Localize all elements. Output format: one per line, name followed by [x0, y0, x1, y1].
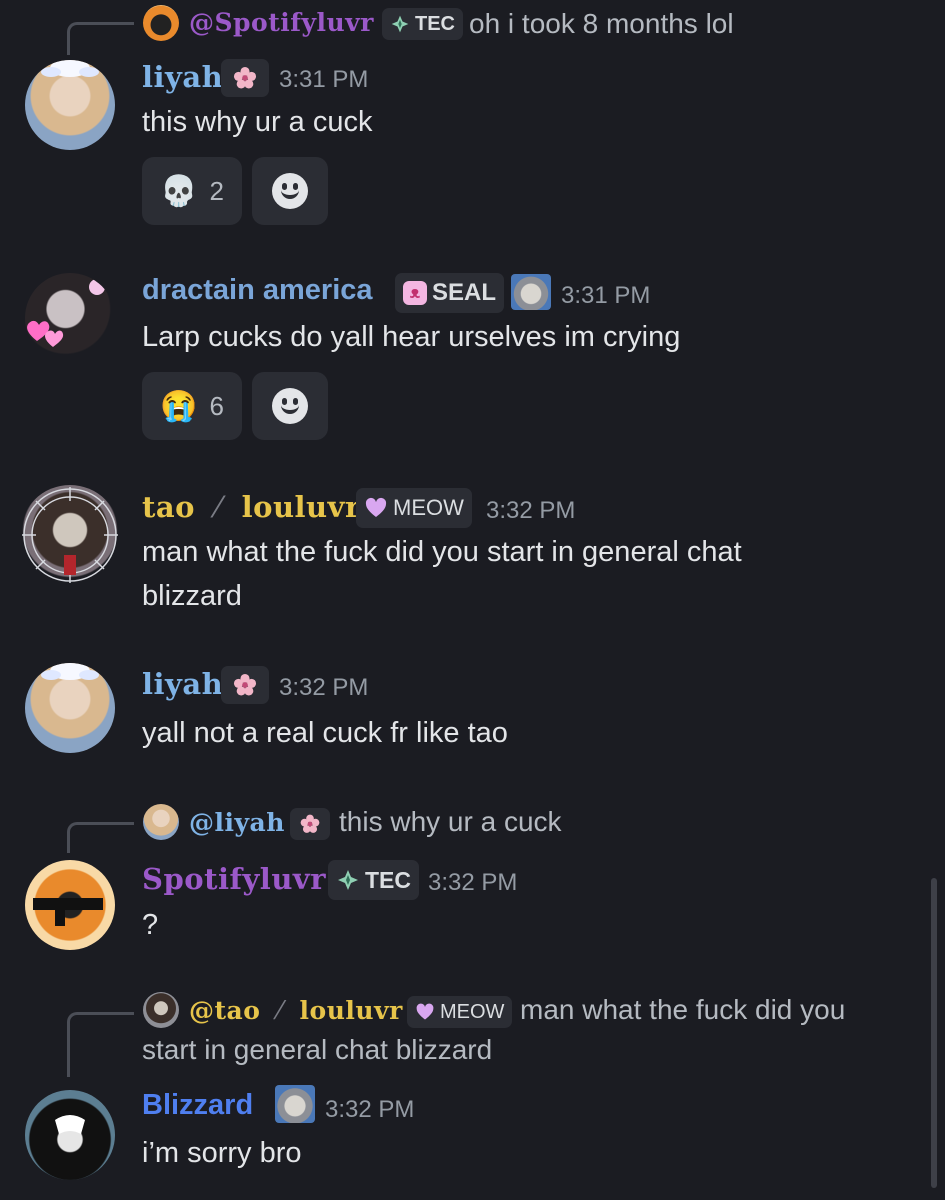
reply-connector	[67, 1012, 134, 1077]
reply-role-tag: MEOW	[407, 996, 513, 1028]
role-icon-badge	[221, 59, 269, 97]
reply-text[interactable]: man what the fuck did you	[520, 994, 845, 1026]
role-tag-label: SEAL	[432, 279, 497, 306]
message-text: this why ur a cuck	[142, 106, 373, 138]
venom-icon	[55, 1115, 85, 1134]
sakura-icon	[299, 813, 321, 835]
avatar-spotifyluvr[interactable]	[25, 860, 115, 950]
avatar-liyah[interactable]	[25, 60, 115, 150]
author-name[interactable]: Spotifyluvr	[142, 862, 326, 896]
timestamp: 3:32 PM	[279, 674, 369, 701]
message-text: Larp cucks do yall hear urselves im cryi…	[142, 321, 681, 353]
reply-text-line2[interactable]: start in general chat blizzard	[142, 1034, 492, 1066]
role-icon-badge	[221, 666, 269, 704]
hearts-decoration-icon	[27, 279, 105, 347]
reply-avatar[interactable]	[143, 992, 179, 1028]
seal-photo-icon	[511, 274, 551, 310]
reply-role-tag: TEC	[382, 8, 463, 40]
reaction-skull[interactable]: 💀 2	[142, 157, 242, 225]
reply-text[interactable]: this why ur a cuck	[339, 806, 562, 838]
sakura-icon	[232, 672, 258, 698]
avatar-tao-louluvr[interactable]	[20, 485, 120, 585]
reply-role-tag-label: MEOW	[440, 1000, 505, 1023]
role-tag: MEOW	[356, 488, 472, 528]
sakura-icon	[232, 65, 258, 91]
author-name[interactable]: Blizzard	[142, 1089, 253, 1122]
avatar-dractain-america[interactable]	[25, 273, 115, 363]
reaction-count: 2	[209, 175, 224, 206]
reply-mention[interactable]: @tao ⁄ louluvr	[189, 996, 403, 1025]
author-name-part: tao	[142, 490, 196, 524]
crying-face-icon: 😭	[160, 389, 198, 423]
role-tag: TEC	[328, 860, 419, 900]
reply-role-icon	[290, 808, 330, 840]
message-text-line2: blizzard	[142, 580, 242, 612]
gem-icon	[336, 868, 360, 892]
timestamp: 3:32 PM	[486, 497, 576, 524]
message-text: yall not a real cuck fr like tao	[142, 717, 508, 749]
timestamp: 3:32 PM	[428, 869, 518, 896]
reply-mention[interactable]: @Spotifyluvr	[189, 8, 374, 37]
spiderweb-frame-icon	[22, 487, 118, 583]
reaction-crying[interactable]: 😭 6	[142, 372, 242, 440]
message-text: ?	[142, 909, 159, 941]
role-tag-label: TEC	[365, 866, 411, 893]
reply-mention[interactable]: @liyah	[189, 808, 285, 837]
skull-icon: 💀	[160, 174, 198, 208]
reaction-count: 6	[209, 390, 224, 421]
scrollbar[interactable]	[931, 878, 937, 1188]
avatar-liyah[interactable]	[25, 663, 115, 753]
reply-avatar[interactable]	[143, 5, 179, 41]
author-name[interactable]: tao ⁄ louluvr	[142, 490, 361, 524]
message-text: i’m sorry bro	[142, 1137, 302, 1169]
author-name[interactable]: liyah	[142, 60, 223, 94]
reply-connector	[67, 22, 134, 55]
timestamp: 3:32 PM	[325, 1096, 415, 1123]
reply-role-tag-label: TEC	[415, 12, 455, 35]
timestamp: 3:31 PM	[561, 282, 651, 309]
gun-icon	[33, 898, 103, 926]
cinnamoroll-icon	[41, 663, 99, 680]
author-name[interactable]: dractain america	[142, 274, 373, 307]
avatar-blizzard[interactable]	[25, 1090, 115, 1180]
message-text: man what the fuck did you start in gener…	[142, 536, 742, 568]
reply-connector	[67, 822, 134, 853]
role-tag-label: MEOW	[393, 495, 464, 520]
timestamp: 3:31 PM	[279, 66, 369, 93]
role-tag: ᴥ SEAL	[395, 273, 505, 313]
smiley-icon	[272, 173, 308, 209]
author-name-part: louluvr	[241, 490, 361, 524]
reply-mention-part: louluvr	[299, 996, 403, 1025]
cinnamoroll-icon	[41, 60, 99, 77]
heart-icon	[364, 496, 388, 520]
gem-icon	[390, 14, 410, 34]
add-reaction-button[interactable]	[252, 157, 328, 225]
seal-photo-icon	[275, 1085, 315, 1123]
bunny-icon: ᴥ	[403, 281, 427, 305]
reply-text[interactable]: oh i took 8 months lol	[469, 8, 734, 40]
reply-mention-part: @tao	[189, 996, 261, 1025]
smiley-icon	[272, 388, 308, 424]
reply-mention-separator: ⁄	[277, 996, 283, 1025]
heart-icon	[415, 1002, 435, 1022]
author-name-separator: ⁄	[215, 490, 221, 524]
reply-avatar[interactable]	[143, 804, 179, 840]
author-name[interactable]: liyah	[142, 667, 223, 701]
add-reaction-button[interactable]	[252, 372, 328, 440]
